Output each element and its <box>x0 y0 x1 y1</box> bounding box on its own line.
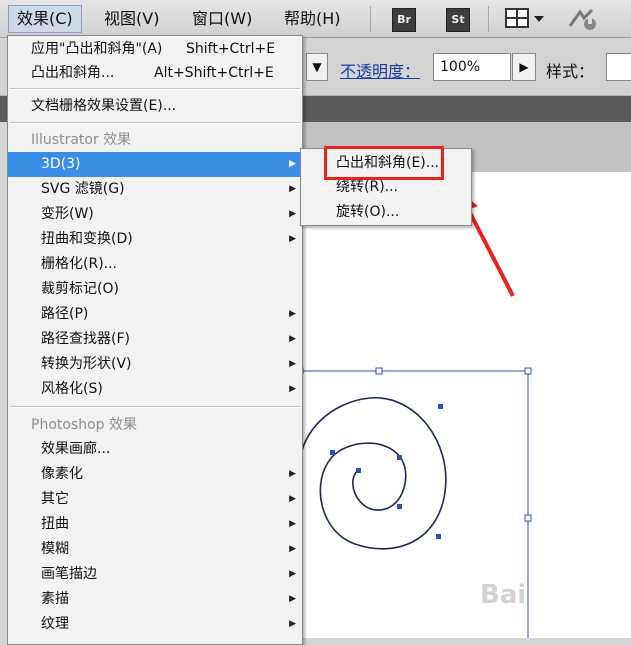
photoshop-effects-header: Photoshop 效果 <box>31 417 138 433</box>
submenu-arrow-icon: ▶ <box>289 384 296 394</box>
submenu-arrow-icon: ▶ <box>289 209 296 219</box>
menu-item-other[interactable]: 其它 ▶ <box>8 487 302 512</box>
submenu-arrow-icon: ▶ <box>289 184 296 194</box>
menu-item-apply-last-effect[interactable]: 应用"凸出和斜角"(A) Shift+Ctrl+E <box>8 37 302 62</box>
submenu-arrow-icon: ▶ <box>289 334 296 344</box>
menu-item-effect-gallery[interactable]: 效果画廊... <box>8 437 302 462</box>
submenu-arrow-icon: ▶ <box>289 494 296 504</box>
submenu-arrow-icon: ▶ <box>289 519 296 529</box>
menu-item-convert-to-shape[interactable]: 转换为形状(V) ▶ <box>8 352 302 377</box>
illustrator-effects-header: Illustrator 效果 <box>31 132 132 148</box>
menu-separator <box>10 406 300 408</box>
menu-separator <box>10 88 300 90</box>
submenu-arrow-icon: ▶ <box>289 359 296 369</box>
submenu-arrow-icon: ▶ <box>289 544 296 554</box>
submenu-arrow-icon: ▶ <box>289 619 296 629</box>
menu-item-texture[interactable]: 纹理 ▶ <box>8 612 302 637</box>
menu-item-rasterize[interactable]: 栅格化(R)... <box>8 252 302 277</box>
menu-item-warp[interactable]: 变形(W) ▶ <box>8 202 302 227</box>
menu-item-pixelate[interactable]: 像素化 ▶ <box>8 462 302 487</box>
menu-item-3d[interactable]: 3D(3) ▶ <box>8 152 302 177</box>
annotation-highlight-box <box>324 146 444 180</box>
submenu-arrow-icon: ▶ <box>289 569 296 579</box>
menu-item-svg-filters[interactable]: SVG 滤镜(G) ▶ <box>8 177 302 202</box>
submenu-item-rotate[interactable]: 旋转(O)... <box>336 200 399 225</box>
menu-item-brush-strokes[interactable]: 画笔描边 ▶ <box>8 562 302 587</box>
menu-item-distort[interactable]: 扭曲 ▶ <box>8 512 302 537</box>
submenu-arrow-icon: ▶ <box>289 159 296 169</box>
submenu-arrow-icon: ▶ <box>289 234 296 244</box>
effect-menu: 应用"凸出和斜角"(A) Shift+Ctrl+E 凸出和斜角... Alt+Shi… <box>7 35 303 645</box>
menu-item-last-effect[interactable]: 凸出和斜角... Alt+Shift+Ctrl+E <box>8 61 302 86</box>
menu-item-sketch[interactable]: 素描 ▶ <box>8 587 302 612</box>
menu-item-doc-raster-settings[interactable]: 文档栅格效果设置(E)... <box>8 94 302 119</box>
menu-item-crop-marks[interactable]: 裁剪标记(O) <box>8 277 302 302</box>
menu-item-distort-transform[interactable]: 扭曲和变换(D) ▶ <box>8 227 302 252</box>
menu-item-blur[interactable]: 模糊 ▶ <box>8 537 302 562</box>
menu-separator <box>10 122 300 124</box>
submenu-arrow-icon: ▶ <box>289 594 296 604</box>
submenu-arrow-icon: ▶ <box>289 309 296 319</box>
menu-item-path[interactable]: 路径(P) ▶ <box>8 302 302 327</box>
menu-item-pathfinder[interactable]: 路径查找器(F) ▶ <box>8 327 302 352</box>
submenu-arrow-icon: ▶ <box>289 469 296 479</box>
menu-item-stylize[interactable]: 风格化(S) ▶ <box>8 377 302 402</box>
